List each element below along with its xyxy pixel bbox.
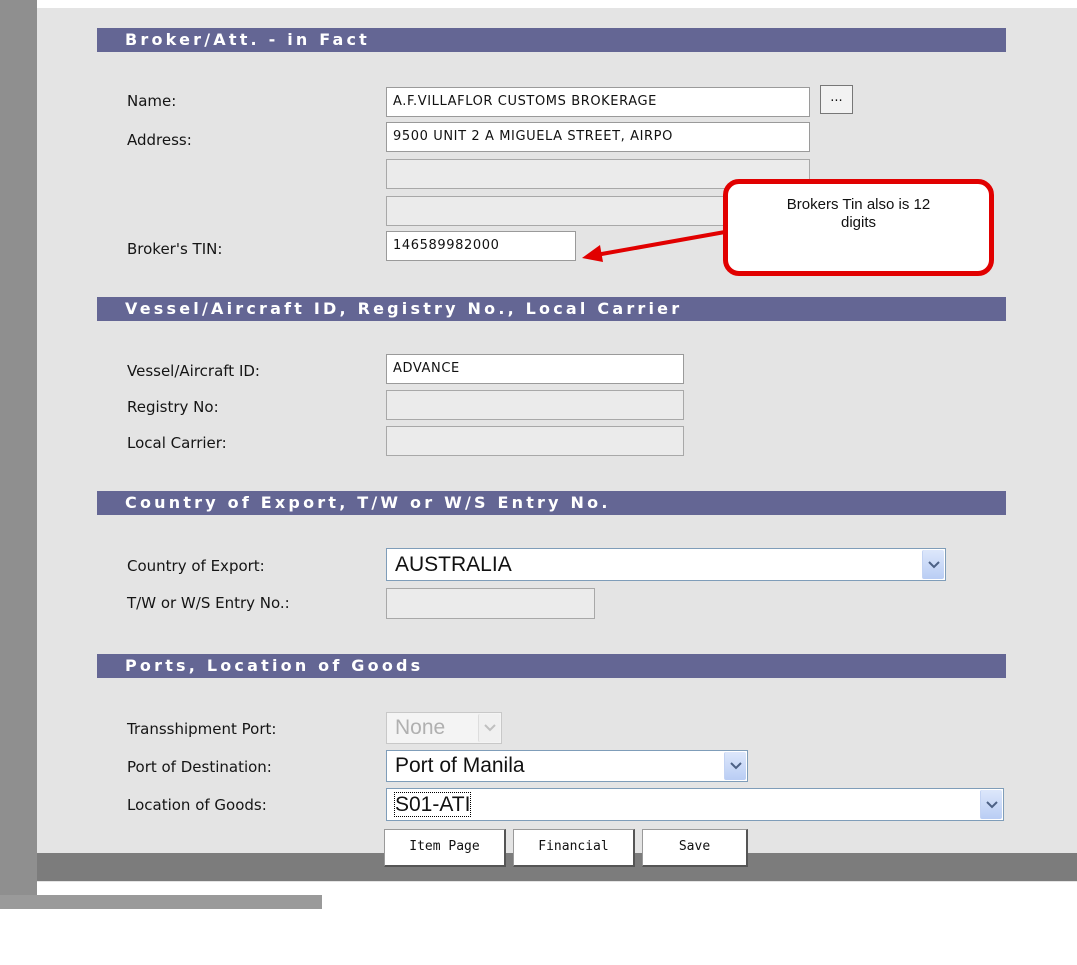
location-goods-value: S01-ATI	[393, 792, 472, 817]
port-destination-label: Port of Destination:	[127, 758, 272, 776]
transship-port-label: Transshipment Port:	[127, 720, 277, 738]
chevron-down-icon[interactable]	[478, 714, 500, 742]
section-header-broker: Broker/Att. - in Fact	[97, 28, 1006, 52]
callout-box: Brokers Tin also is 12 digits	[723, 179, 994, 276]
left-frame-bottom	[0, 895, 322, 965]
broker-address-label: Address:	[127, 131, 192, 149]
registry-no-input[interactable]	[386, 390, 684, 420]
broker-name-input[interactable]: A.F.VILLAFLOR CUSTOMS BROKERAGE	[386, 87, 810, 117]
section-header-ports: Ports, Location of Goods	[97, 654, 1006, 678]
country-export-select[interactable]: AUSTRALIA	[386, 548, 946, 581]
chevron-down-icon[interactable]	[724, 752, 746, 780]
broker-tin-input[interactable]: 146589982000	[386, 231, 576, 261]
broker-lookup-button[interactable]: ...	[820, 85, 853, 114]
location-goods-select[interactable]: S01-ATI	[386, 788, 1004, 821]
entry-no-input[interactable]	[386, 588, 595, 619]
vessel-id-label: Vessel/Aircraft ID:	[127, 362, 260, 380]
country-export-label: Country of Export:	[127, 557, 265, 575]
financial-button[interactable]: Financial	[513, 829, 635, 867]
item-page-button[interactable]: Item Page	[384, 829, 506, 867]
country-export-value: AUSTRALIA	[395, 553, 512, 576]
port-destination-value: Port of Manila	[395, 754, 525, 777]
entry-no-label: T/W or W/S Entry No.:	[127, 594, 290, 612]
callout-arrow	[582, 230, 726, 262]
chevron-down-icon[interactable]	[980, 790, 1002, 819]
broker-tin-label: Broker's TIN:	[127, 240, 223, 258]
registry-no-label: Registry No:	[127, 398, 219, 416]
broker-address-line1[interactable]: 9500 UNIT 2 A MIGUELA STREET, AIRPO	[386, 122, 810, 152]
left-frame-bar	[0, 0, 37, 895]
section-header-country: Country of Export, T/W or W/S Entry No.	[97, 491, 1006, 515]
local-carrier-label: Local Carrier:	[127, 434, 227, 452]
broker-name-label: Name:	[127, 92, 177, 110]
section-header-vessel: Vessel/Aircraft ID, Registry No., Local …	[97, 297, 1006, 321]
transship-port-select[interactable]: None	[386, 712, 502, 744]
transship-port-value: None	[395, 716, 446, 739]
location-goods-label: Location of Goods:	[127, 796, 267, 814]
callout-text: Brokers Tin also is 12 digits	[786, 196, 931, 231]
save-button[interactable]: Save	[642, 829, 748, 867]
vessel-id-input[interactable]: ADVANCE	[386, 354, 684, 384]
local-carrier-input[interactable]	[386, 426, 684, 456]
chevron-down-icon[interactable]	[922, 550, 944, 579]
port-destination-select[interactable]: Port of Manila	[386, 750, 748, 782]
left-frame-strip	[0, 895, 322, 909]
